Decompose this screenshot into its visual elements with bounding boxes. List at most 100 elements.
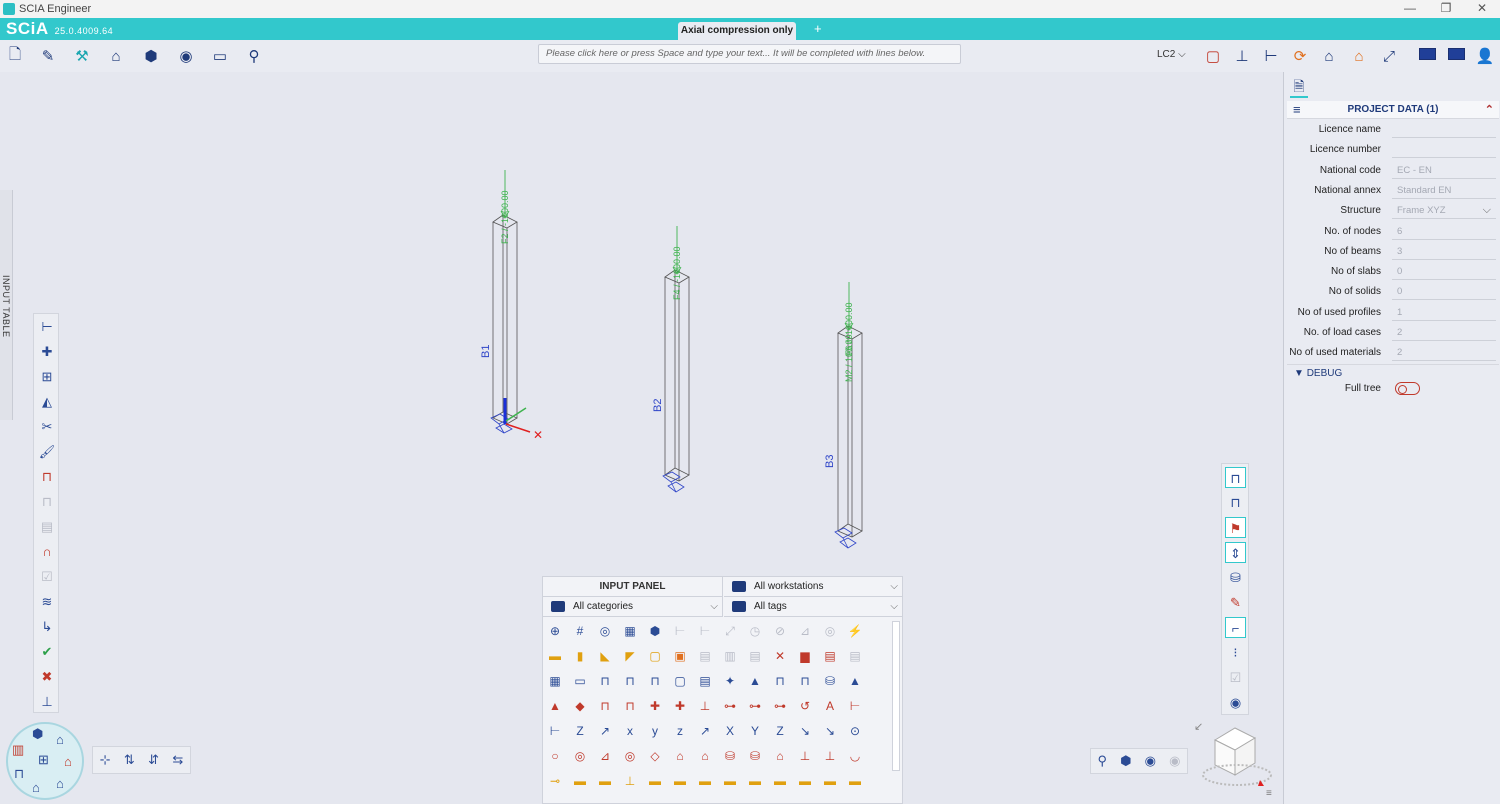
zoom-icon[interactable]: ⚲ [1098,753,1108,769]
project-field-value[interactable]: Frame XYZ [1392,203,1496,220]
input-tool-icon[interactable]: z [670,721,690,741]
open-book-icon[interactable]: ▭ [209,46,231,66]
resize-grip-icon[interactable]: ≡ [1266,788,1272,799]
project-field-value[interactable]: Standard EN [1392,183,1496,199]
input-tool-icon[interactable]: ▬ [845,771,865,791]
arrows-tool-icon[interactable]: ⇕ [1225,542,1246,563]
input-tool-icon[interactable]: ✚ [645,696,665,716]
eu-flag-icon[interactable] [1448,48,1465,60]
project-field-value[interactable]: 0 [1392,284,1496,301]
input-tool-icon[interactable]: ⛁ [820,671,840,691]
model-check-icon[interactable]: ⌂ [1318,46,1340,66]
building-icon[interactable]: ⌂ [56,732,64,747]
refresh-icon[interactable]: ⟳ [1289,46,1311,66]
person-tool-icon[interactable]: ⚑ [1225,517,1246,538]
input-tool-icon[interactable]: ▬ [770,771,790,791]
input-tool-icon[interactable]: ⊓ [795,671,815,691]
search-help-icon[interactable]: ⚲ [243,46,265,66]
input-tool-icon[interactable]: ✕ [770,646,790,666]
input-tool-icon[interactable]: ⊥ [820,746,840,766]
input-tool-icon[interactable]: ⊥ [695,696,715,716]
input-tool-icon[interactable]: Z [570,721,590,741]
input-tool-icon[interactable]: ▦ [545,671,565,691]
input-tool-icon[interactable]: ▬ [570,771,590,791]
input-tool-icon[interactable]: ↗ [695,721,715,741]
input-tool-icon[interactable]: ⊓ [620,671,640,691]
input-tool-icon[interactable]: ⊶ [720,696,740,716]
input-tool-icon[interactable]: ⊶ [745,696,765,716]
beam-label-b3[interactable]: B3 [824,455,836,468]
input-tool-icon[interactable]: ⌂ [695,746,715,766]
input-tool-icon[interactable]: ⛁ [720,746,740,766]
measure-icon[interactable]: ⊥ [38,693,56,711]
snap-list-icon[interactable]: ⇅ [124,752,135,768]
input-tool-icon[interactable]: ▬ [720,771,740,791]
house-icon[interactable]: ⌂ [64,754,72,769]
new-tab-button[interactable]: + [814,21,822,36]
new-project-icon[interactable]: 🗋 [4,46,26,66]
input-tool-icon[interactable]: ⊓ [595,696,615,716]
input-tool-icon[interactable]: ⊢ [845,696,865,716]
eye-list-icon[interactable]: ◉ [1225,692,1246,713]
books-icon[interactable]: ▥ [12,742,24,758]
command-input[interactable]: Please click here or press Space and typ… [538,44,961,64]
input-tool-icon[interactable]: ▮ [570,646,590,666]
beam-tool-icon[interactable]: ⊓ [1225,467,1246,488]
input-tool-icon[interactable]: ✦ [720,671,740,691]
tab-axial-compression-only[interactable]: Axial compression only [678,22,796,40]
input-tool-icon[interactable]: ▦ [620,621,640,641]
view-cube[interactable] [1200,720,1280,790]
input-tool-icon[interactable]: ▲ [845,671,865,691]
paint-tool-icon[interactable]: ✎ [1225,592,1246,613]
input-tool-icon[interactable]: ⊥ [795,746,815,766]
input-tool-icon[interactable]: ◷ [745,621,765,641]
settings-house-icon[interactable]: ⌂ [1348,46,1370,66]
delete-table-icon[interactable]: ✖ [38,668,56,686]
user-account-icon[interactable]: 👤 [1474,46,1496,66]
input-tool-icon[interactable]: ⛁ [745,746,765,766]
input-tool-icon[interactable]: ⊓ [620,696,640,716]
project-field-value[interactable]: EC - EN [1392,163,1496,179]
insert-node-icon[interactable]: ⊢ [38,318,56,336]
input-tool-icon[interactable]: ▬ [795,771,815,791]
project-field-value[interactable]: 3 [1392,244,1496,260]
project-field-value[interactable]: 1 [1392,305,1496,321]
input-tool-icon[interactable]: ▬ [545,646,565,666]
column-tool-icon[interactable]: ⊓ [1225,492,1246,513]
input-tool-icon[interactable]: ⌂ [670,746,690,766]
corner-tool-icon[interactable]: ⌐ [1225,617,1246,638]
snap-filter-icon[interactable]: ⇆ [172,752,183,768]
dimension-icon[interactable]: ⊢ [1260,46,1282,66]
layers-icon[interactable]: ≋ [38,593,56,611]
visibility-icon[interactable]: ◉ [1145,753,1156,769]
resize-view-icon[interactable]: ⤢ [1378,46,1400,66]
input-tool-icon[interactable]: ⊸ [545,771,565,791]
chevron-down-icon[interactable]: ⌵ [1483,204,1491,217]
input-tool-icon[interactable]: ▣ [670,646,690,666]
input-tool-icon[interactable]: y [645,721,665,741]
dots-grid-icon[interactable]: ⁝ [1225,642,1246,663]
mirror-icon[interactable]: ◭ [38,393,56,411]
edit-project-icon[interactable]: ✎ [37,46,59,66]
frame-icon[interactable]: ⊓ [14,766,24,782]
input-tool-icon[interactable]: Y [745,721,765,741]
check-icon[interactable]: ✔ [38,643,56,661]
input-tool-icon[interactable]: ▬ [820,771,840,791]
input-tool-icon[interactable]: ▬ [595,771,615,791]
input-tool-icon[interactable]: ⊙ [845,721,865,741]
input-tool-icon[interactable]: ▤ [845,646,865,666]
input-tool-icon[interactable]: ↘ [795,721,815,741]
input-tool-icon[interactable]: ↺ [795,696,815,716]
input-tool-icon[interactable]: ⊓ [595,671,615,691]
select-icon[interactable]: ▢ [1202,46,1224,66]
input-tool-icon[interactable]: ▬ [695,771,715,791]
input-tool-icon[interactable]: # [570,621,590,641]
input-tool-icon[interactable]: ▆ [795,646,815,666]
input-tool-icon[interactable]: X [720,721,740,741]
input-tool-icon[interactable]: ⊥ [620,771,640,791]
input-tool-icon[interactable]: ▢ [670,671,690,691]
input-panel-scrollbar[interactable] [892,621,900,771]
input-tool-icon[interactable]: ▬ [670,771,690,791]
project-field-value[interactable]: 2 [1392,325,1496,341]
input-tool-icon[interactable]: x [620,721,640,741]
